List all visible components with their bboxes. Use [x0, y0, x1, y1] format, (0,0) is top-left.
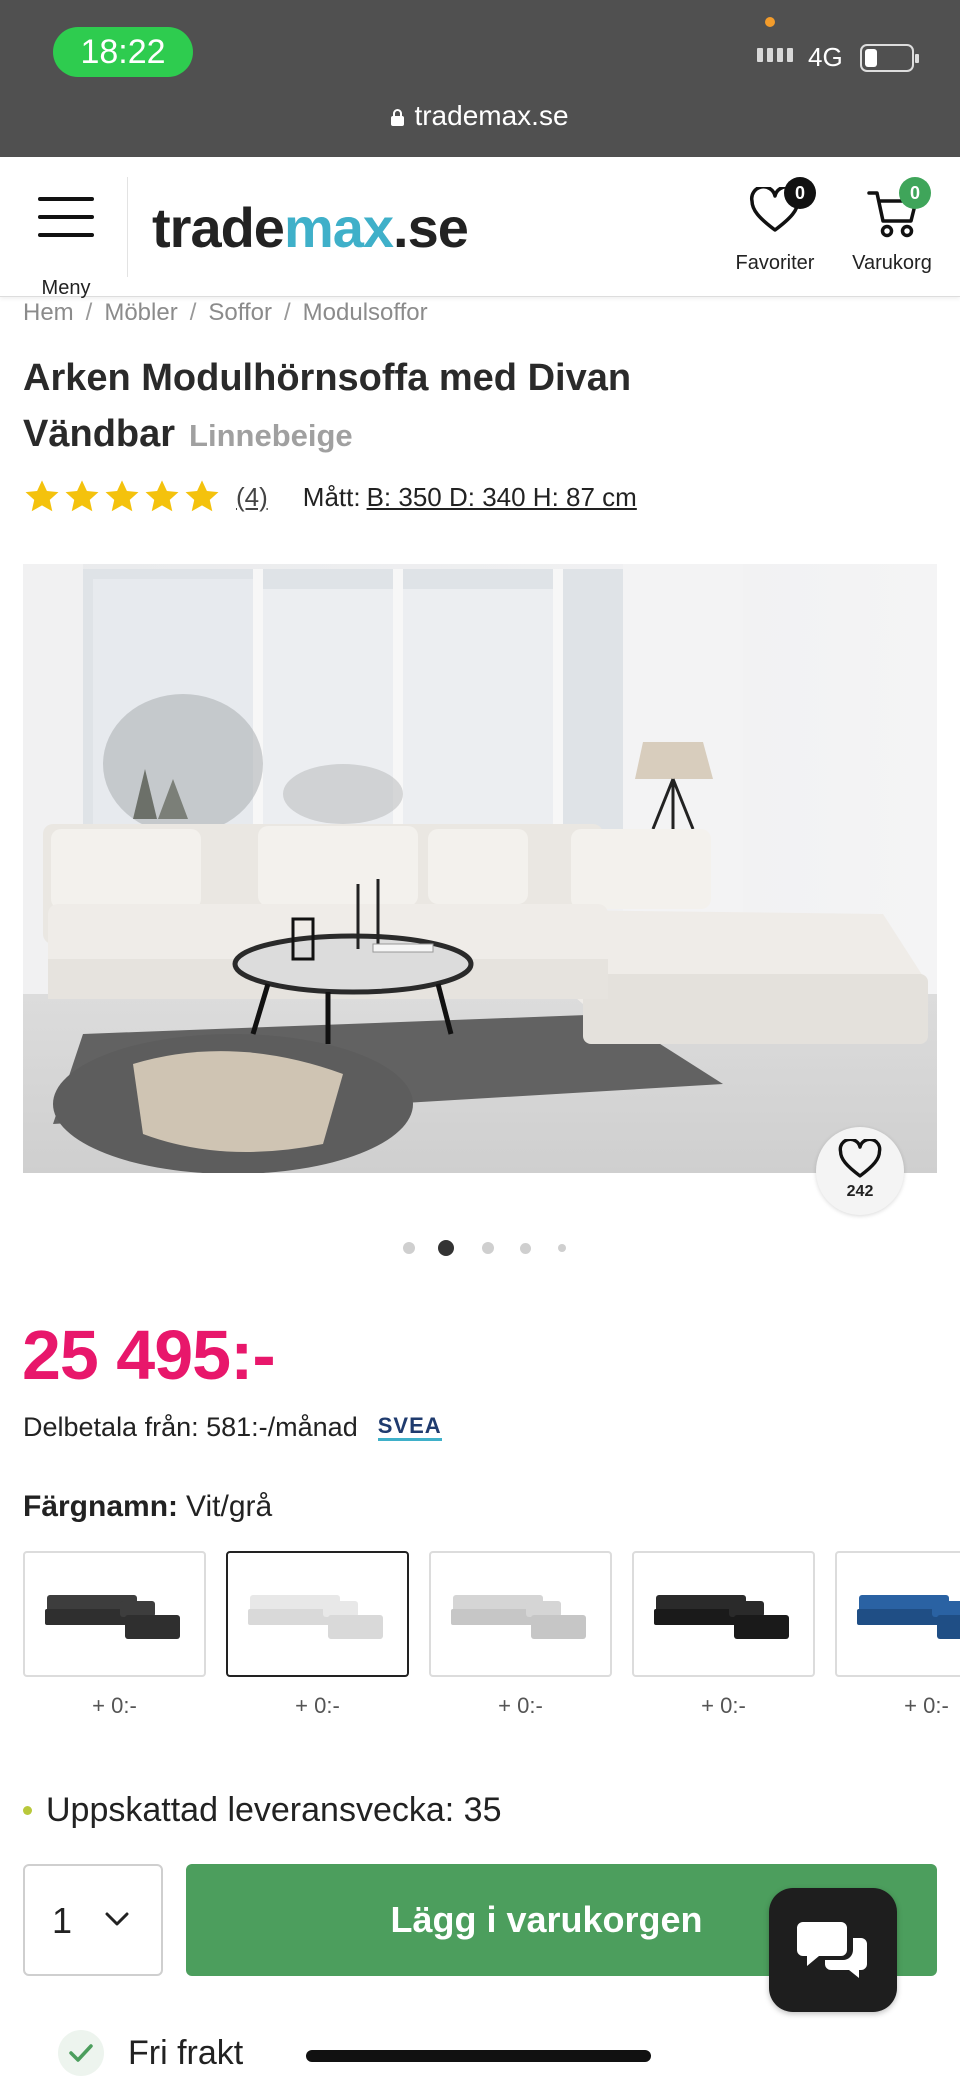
color-swatch-dark-grey[interactable] [23, 1551, 206, 1677]
breadcrumb-item-mobler[interactable]: Möbler [104, 299, 177, 327]
rating-row: (4) Mått: B: 350 D: 340 H: 87 cm [23, 478, 637, 516]
breadcrumb-separator: / [85, 299, 93, 326]
breadcrumb: Hem / Möbler / Soffor / Modulsoffor [23, 299, 428, 327]
installment-text: Delbetala från: 581:-/månad [23, 1412, 358, 1442]
sofa-thumbnail [857, 1595, 960, 1639]
delivery-text: Uppskattad leveransvecka: 35 [46, 1791, 502, 1829]
logo-text-max: max [283, 196, 394, 259]
carousel-dot[interactable] [482, 1242, 494, 1254]
chat-icon [797, 1922, 867, 1978]
product-title: Arken Modulhörnsoffa med Divan Vändbar Li… [23, 350, 723, 464]
free-shipping-label: Fri frakt [128, 2033, 244, 2072]
color-value: Vit/grå [186, 1490, 273, 1523]
color-swatches: + 0:- + 0:- + 0:- + 0:- + 0:- [23, 1551, 960, 1726]
color-swatch-price: + 0:- [904, 1693, 949, 1718]
check-icon [58, 2030, 104, 2076]
site-logo[interactable]: trademax.se [152, 195, 469, 260]
star-icon [105, 480, 139, 512]
favorite-count: 242 [846, 1183, 874, 1200]
color-swatch-blue[interactable] [835, 1551, 960, 1677]
chevron-down-icon [105, 1912, 129, 1926]
hamburger-icon [38, 197, 94, 251]
star-icon [185, 480, 219, 512]
recording-indicator [765, 17, 775, 27]
header-divider [127, 177, 128, 277]
sofa-thumbnail [654, 1595, 789, 1639]
breadcrumb-item-soffor[interactable]: Soffor [208, 299, 272, 327]
color-swatch-price: + 0:- [701, 1693, 746, 1718]
color-swatch-black[interactable] [632, 1551, 815, 1677]
heart-icon [838, 1139, 882, 1178]
lock-icon [391, 109, 405, 126]
installment-row: Delbetala från: 581:-/månad SVEA [23, 1412, 442, 1443]
sofa-thumbnail [451, 1595, 586, 1639]
breadcrumb-separator: / [189, 299, 197, 326]
url-text: trademax.se [414, 100, 569, 131]
breadcrumb-separator: / [283, 299, 291, 326]
color-swatch-price: + 0:- [92, 1693, 137, 1718]
quantity-value: 1 [52, 1900, 73, 1941]
free-shipping-row: Fri frakt [58, 2030, 243, 2076]
review-count-link[interactable]: (4) [236, 482, 268, 513]
sofa-thumbnail [248, 1595, 383, 1639]
color-swatch-price: + 0:- [498, 1693, 543, 1718]
delivery-info: Uppskattad leveransvecka: 35 [23, 1791, 501, 1830]
star-icon [65, 480, 99, 512]
dimensions-label: Mått: [302, 481, 361, 512]
quantity-select[interactable]: 1 [23, 1864, 163, 1976]
color-swatch-white-grey[interactable] [226, 1551, 409, 1677]
star-icon [25, 480, 59, 512]
sofa-thumbnail [45, 1595, 180, 1639]
status-time: 18:22 [53, 27, 193, 77]
color-row: Färgnamn: Vit/grå [23, 1490, 272, 1524]
carousel-dot[interactable] [403, 1242, 415, 1254]
star-icon [145, 480, 179, 512]
favorites-label: Favoriter [735, 252, 815, 274]
breadcrumb-item-modulsoffor[interactable]: Modulsoffor [303, 299, 428, 327]
network-type: 4G [808, 42, 843, 72]
menu-button[interactable]: Meny [30, 187, 100, 299]
favorites-count-badge: 0 [784, 177, 816, 209]
svea-logo[interactable]: SVEA [377, 1414, 442, 1441]
site-header: Meny trademax.se 0 Favoriter 0 Varukorg [0, 157, 960, 299]
carousel-dot[interactable] [558, 1244, 566, 1252]
cart-count-badge: 0 [899, 177, 931, 209]
carousel-dot[interactable] [438, 1240, 454, 1256]
breadcrumb-item-hem[interactable]: Hem [23, 299, 74, 327]
product-price: 25 495:- [22, 1316, 276, 1394]
battery-icon [860, 44, 919, 72]
dimensions-link[interactable]: B: 350 D: 340 H: 87 cm [367, 482, 637, 513]
delivery-bullet [23, 1806, 32, 1815]
logo-text-trade: trade [152, 196, 285, 259]
home-indicator[interactable] [306, 2050, 651, 2062]
product-variant: Linnebeige [189, 418, 353, 453]
cart-label: Varukorg [852, 252, 932, 274]
image-favorite-button[interactable]: 242 [816, 1127, 904, 1215]
logo-text-se: .se [393, 196, 469, 259]
address-bar[interactable]: trademax.se [0, 100, 960, 132]
favorites-button[interactable]: 0 Favoriter [728, 177, 858, 277]
image-carousel-dots [0, 1238, 960, 1258]
color-swatch-light-grey[interactable] [429, 1551, 612, 1677]
product-image[interactable] [23, 564, 937, 1173]
cart-button[interactable]: 0 Varukorg [845, 177, 955, 277]
signal-icon [757, 48, 793, 62]
menu-label: Meny [41, 277, 91, 299]
status-bar: 18:22 4G trademax.se [0, 0, 960, 157]
color-swatch-price: + 0:- [295, 1693, 340, 1718]
star-rating[interactable] [23, 478, 221, 516]
color-label: Färgnamn: [23, 1490, 179, 1523]
chat-button[interactable] [769, 1888, 897, 2012]
carousel-dot[interactable] [519, 1242, 531, 1254]
